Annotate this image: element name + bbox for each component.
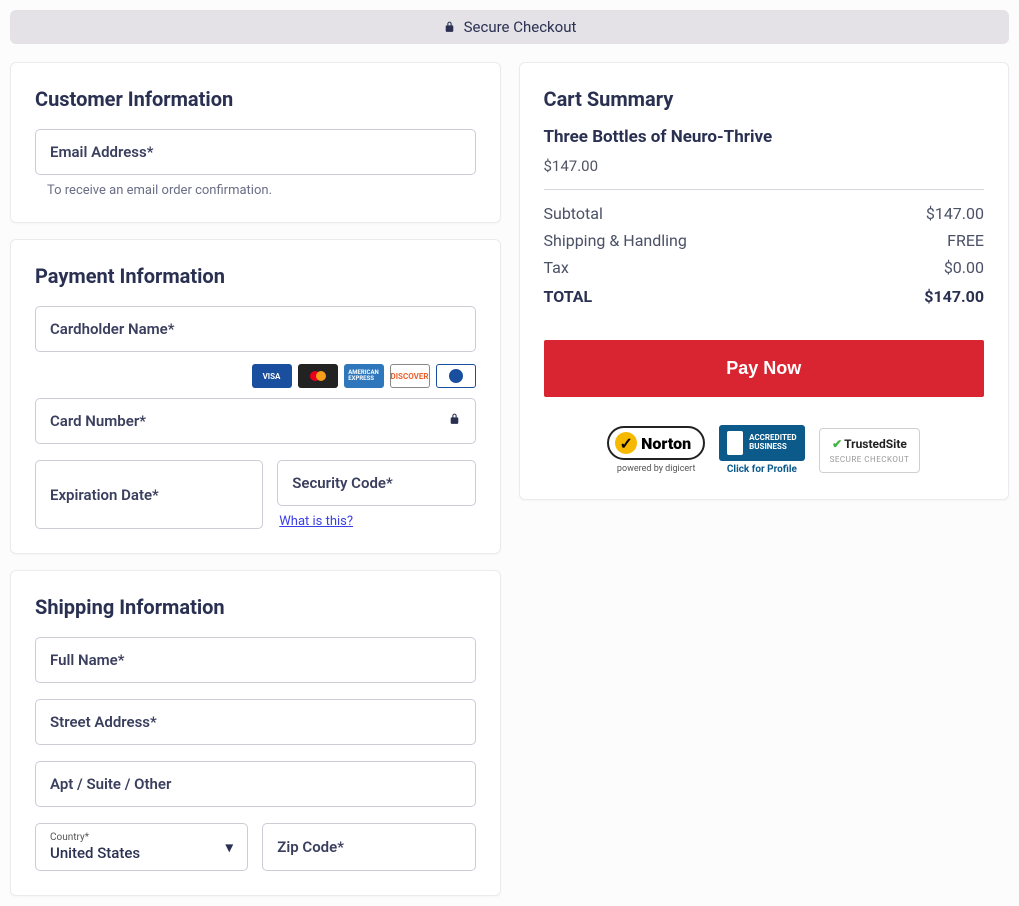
customer-info-card: Customer Information Email Address* To r… bbox=[10, 62, 501, 223]
norton-badge[interactable]: ✓ Norton powered by digicert bbox=[607, 426, 705, 474]
product-price: $147.00 bbox=[544, 157, 985, 175]
trustedsite-sub: SECURE CHECKOUT bbox=[830, 455, 910, 464]
pay-now-button[interactable]: Pay Now bbox=[544, 340, 985, 397]
street-placeholder: Street Address* bbox=[50, 713, 157, 731]
shipping-line: Shipping & Handling FREE bbox=[544, 231, 985, 250]
card-lock-icon bbox=[448, 412, 461, 430]
shipping-info-title: Shipping Information bbox=[35, 595, 476, 619]
bbb-click-profile: Click for Profile bbox=[727, 464, 797, 475]
tax-label: Tax bbox=[544, 258, 569, 277]
payment-info-title: Payment Information bbox=[35, 264, 476, 288]
security-code-placeholder: Security Code* bbox=[292, 474, 392, 492]
shipping-info-card: Shipping Information Full Name* Street A… bbox=[10, 570, 501, 896]
total-line: TOTAL $147.00 bbox=[544, 287, 985, 306]
country-select[interactable]: Country* United States ▾ bbox=[35, 823, 248, 871]
bbb-badge[interactable]: ACCREDITEDBUSINESS Click for Profile bbox=[719, 425, 804, 475]
country-label: Country* bbox=[50, 832, 233, 843]
apt-placeholder: Apt / Suite / Other bbox=[50, 775, 171, 793]
norton-check-icon: ✓ bbox=[615, 432, 637, 454]
zip-placeholder: Zip Code* bbox=[277, 838, 344, 856]
tax-value: $0.00 bbox=[944, 258, 984, 277]
discover-icon: DISCOVER bbox=[390, 364, 430, 388]
shipping-value: FREE bbox=[947, 231, 984, 250]
street-address-field[interactable]: Street Address* bbox=[35, 699, 476, 745]
total-label: TOTAL bbox=[544, 287, 593, 306]
divider bbox=[544, 189, 985, 190]
fullname-field[interactable]: Full Name* bbox=[35, 637, 476, 683]
country-value: United States bbox=[50, 844, 140, 862]
subtotal-label: Subtotal bbox=[544, 204, 603, 223]
total-value: $147.00 bbox=[924, 287, 984, 306]
payment-info-card: Payment Information Cardholder Name* VIS… bbox=[10, 239, 501, 554]
shipping-label: Shipping & Handling bbox=[544, 231, 687, 250]
trust-badges-row: ✓ Norton powered by digicert ACCREDITEDB… bbox=[544, 425, 985, 475]
expiration-field[interactable]: Expiration Date* bbox=[35, 460, 263, 529]
check-icon: ✔ bbox=[832, 437, 842, 451]
email-placeholder: Email Address* bbox=[50, 143, 153, 161]
email-helper: To receive an email order confirmation. bbox=[47, 183, 474, 198]
card-number-placeholder: Card Number* bbox=[50, 412, 146, 430]
lock-icon bbox=[443, 20, 456, 34]
card-number-field[interactable]: Card Number* bbox=[35, 398, 476, 444]
zip-code-field[interactable]: Zip Code* bbox=[262, 823, 475, 871]
tax-line: Tax $0.00 bbox=[544, 258, 985, 277]
chevron-down-icon: ▾ bbox=[225, 838, 233, 857]
subtotal-line: Subtotal $147.00 bbox=[544, 204, 985, 223]
security-code-field[interactable]: Security Code* bbox=[277, 460, 475, 506]
apt-suite-field[interactable]: Apt / Suite / Other bbox=[35, 761, 476, 807]
trustedsite-title: TrustedSite bbox=[844, 437, 907, 451]
norton-name: Norton bbox=[641, 434, 691, 453]
cart-summary-card: Cart Summary Three Bottles of Neuro-Thri… bbox=[519, 62, 1010, 500]
expiration-placeholder: Expiration Date* bbox=[50, 486, 159, 504]
cart-summary-title: Cart Summary bbox=[544, 87, 985, 111]
diners-club-icon bbox=[436, 364, 476, 388]
mastercard-icon bbox=[298, 364, 338, 388]
visa-icon: VISA bbox=[252, 364, 292, 388]
secure-checkout-text: Secure Checkout bbox=[464, 18, 577, 36]
card-logos-row: VISA AMERICANEXPRESS DISCOVER bbox=[35, 364, 476, 388]
subtotal-value: $147.00 bbox=[926, 204, 984, 223]
norton-sub: powered by digicert bbox=[617, 464, 695, 474]
what-is-this-link[interactable]: What is this? bbox=[279, 514, 475, 529]
product-name: Three Bottles of Neuro-Thrive bbox=[544, 127, 985, 147]
cardholder-name-field[interactable]: Cardholder Name* bbox=[35, 306, 476, 352]
email-field[interactable]: Email Address* bbox=[35, 129, 476, 175]
trustedsite-badge[interactable]: ✔TrustedSite SECURE CHECKOUT bbox=[819, 428, 921, 473]
fullname-placeholder: Full Name* bbox=[50, 651, 124, 669]
amex-icon: AMERICANEXPRESS bbox=[344, 364, 384, 388]
cardholder-placeholder: Cardholder Name* bbox=[50, 320, 174, 338]
customer-info-title: Customer Information bbox=[35, 87, 476, 111]
secure-checkout-banner: Secure Checkout bbox=[10, 10, 1009, 44]
bbb-torch-icon bbox=[727, 431, 743, 455]
